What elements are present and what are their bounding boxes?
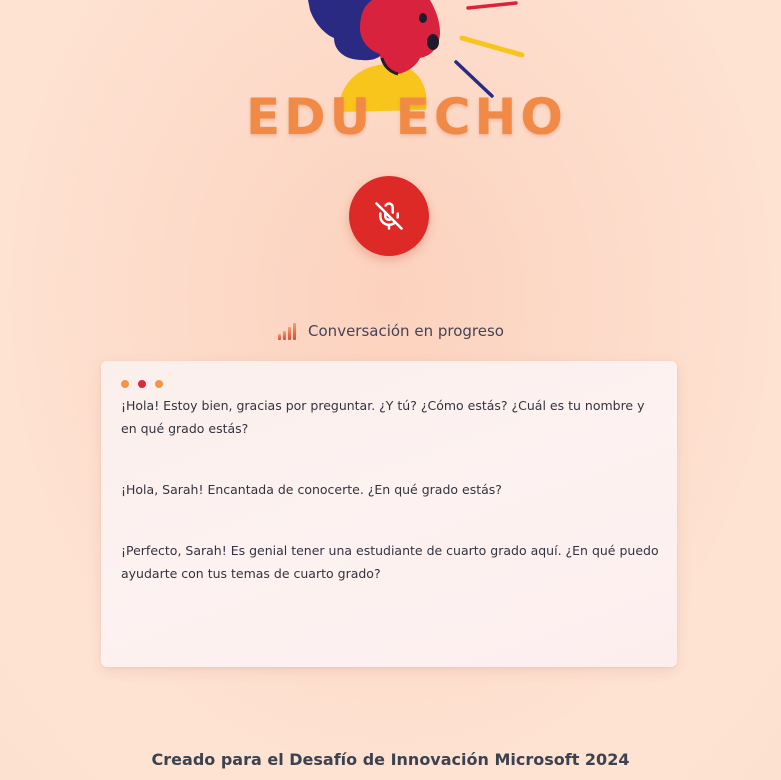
- chat-message: ¡Perfecto, Sarah! Es genial tener una es…: [121, 543, 659, 581]
- status-text: Conversación en progreso: [308, 322, 504, 340]
- signal-bars-icon: [278, 323, 297, 340]
- message-list: ¡Hola! Estoy bien, gracias por preguntar…: [121, 394, 661, 623]
- footer-credit: Creado para el Desafío de Innovación Mic…: [151, 750, 630, 769]
- window-dot: [138, 380, 146, 388]
- chat-message: ¡Hola, Sarah! Encantada de conocerte. ¿E…: [121, 482, 502, 497]
- chat-message: ¡Hola! Estoy bien, gracias por preguntar…: [121, 398, 645, 436]
- app-logo: EDU ECHO: [240, 0, 563, 150]
- mic-toggle-button[interactable]: [349, 176, 429, 256]
- window-dot: [155, 380, 163, 388]
- window-dot: [121, 380, 129, 388]
- window-dots: [121, 380, 163, 388]
- conversation-panel: ¡Hola! Estoy bien, gracias por preguntar…: [101, 361, 677, 667]
- conversation-status: Conversación en progreso: [0, 322, 781, 340]
- mic-off-icon: [375, 202, 403, 230]
- app-title: EDU ECHO: [246, 88, 567, 146]
